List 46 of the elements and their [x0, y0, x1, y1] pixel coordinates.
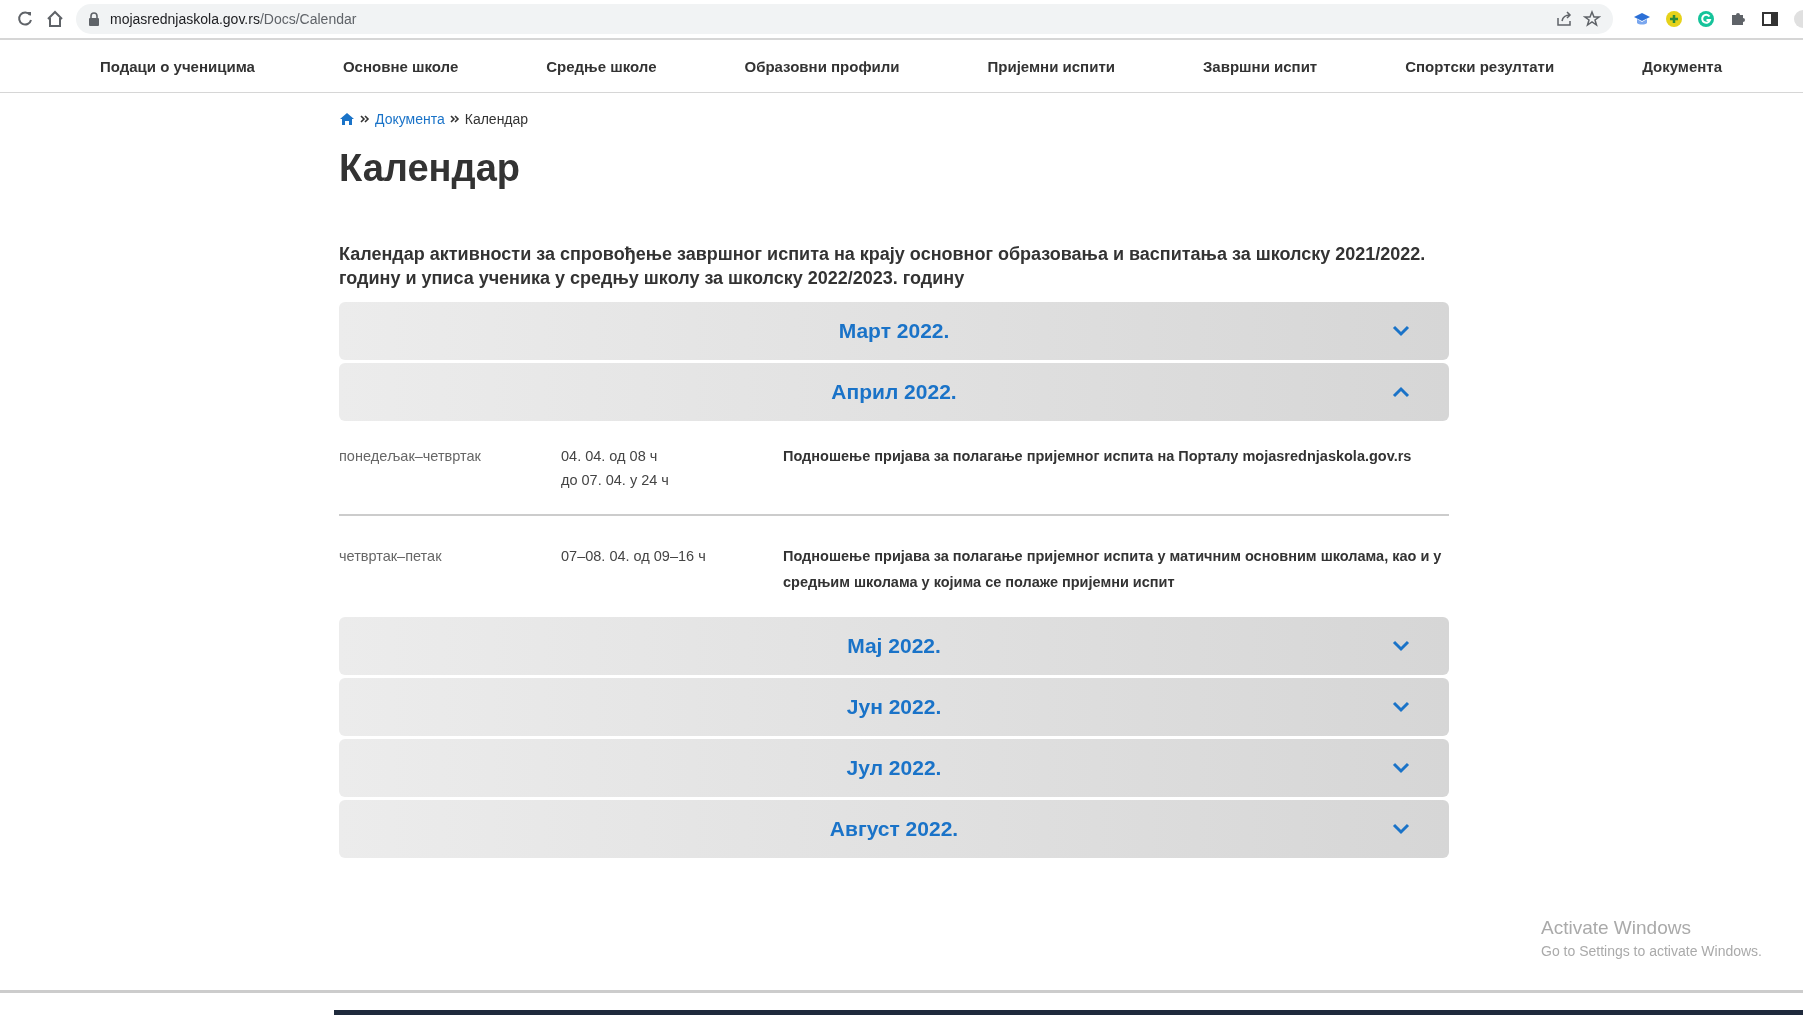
- chevron-down-icon: [1391, 822, 1411, 836]
- nav-link[interactable]: Подаци о ученицима: [100, 57, 255, 75]
- calendar-description: Календар активности за спровођење завршног испита на крају основног образовања и васпитања за школску 2021/2022. годину и уписа ученика у средњу школу за школску 2022/2023. годину: [339, 243, 1427, 290]
- puzzle-icon[interactable]: [1729, 10, 1747, 28]
- home-icon[interactable]: [46, 10, 64, 28]
- chevron-up-icon: [1391, 385, 1411, 399]
- nav-link[interactable]: Спортски резултати: [1405, 57, 1555, 75]
- nav-link[interactable]: Основне школе: [342, 57, 459, 75]
- month-accordion-header[interactable]: Април 2022.: [339, 363, 1449, 421]
- nav-link[interactable]: Завршни испит: [1202, 57, 1318, 75]
- entry-description: Подношење пријава за полагање пријемног испита у матичним основним школама, као и у средњим школама у којима се полаже пријемни испит: [783, 547, 1443, 592]
- month-accordion-header[interactable]: Јун 2022.: [339, 678, 1449, 736]
- breadcrumb-current: Календар: [464, 111, 529, 127]
- chevron-down-icon: [1391, 761, 1411, 775]
- plus-circle-icon[interactable]: [1665, 10, 1683, 28]
- month-accordion-header[interactable]: Мај 2022.: [339, 617, 1449, 675]
- chevron-down-icon: [1391, 700, 1411, 714]
- nav-link[interactable]: Документа: [1642, 57, 1723, 75]
- entry-description: Подношење пријава за полагање пријемног испита на Порталу mojasrednjaskola.gov.rs: [783, 447, 1413, 466]
- star-icon[interactable]: [1583, 10, 1601, 28]
- address-bar[interactable]: mojasrednjaskola.gov.rs/Docs/Calendar: [76, 4, 1613, 34]
- entry-time: 07–08. 04. од 09–16 ч: [561, 548, 707, 564]
- double-chevron-icon: [449, 114, 460, 124]
- entry-time: до 07. 04. у 24 ч: [561, 472, 670, 488]
- activation-subtitle: Go to Settings to activate Windows.: [1541, 943, 1762, 959]
- url-text: mojasrednjaskola.gov.rs/Docs/Calendar: [110, 11, 357, 27]
- double-chevron-icon: [360, 114, 370, 124]
- month-accordion-header[interactable]: Март 2022.: [339, 302, 1449, 360]
- lock-icon: [88, 12, 100, 26]
- home-icon[interactable]: [339, 112, 355, 126]
- nav-link[interactable]: Пријемни испити: [987, 57, 1115, 75]
- chevron-down-icon: [1391, 639, 1411, 653]
- entry-days: четвртак–петак: [339, 548, 561, 595]
- reload-icon[interactable]: [16, 10, 34, 28]
- page-title: Календар: [339, 147, 521, 190]
- chevron-down-icon: [1391, 324, 1411, 338]
- entry-days: понедељак–четвртак: [339, 448, 561, 488]
- nav-link[interactable]: Средње школе: [546, 57, 657, 75]
- share-icon[interactable]: [1555, 10, 1573, 28]
- side-panel-icon[interactable]: [1761, 10, 1779, 28]
- nav-link[interactable]: Образовни профили: [744, 57, 900, 75]
- activation-title: Activate Windows: [1541, 917, 1692, 939]
- breadcrumb-link[interactable]: Документа: [375, 111, 445, 127]
- entry-time: 04. 04. од 08 ч: [561, 448, 659, 464]
- month-accordion-header[interactable]: Август 2022.: [339, 800, 1449, 858]
- month-accordion-header[interactable]: Јул 2022.: [339, 739, 1449, 797]
